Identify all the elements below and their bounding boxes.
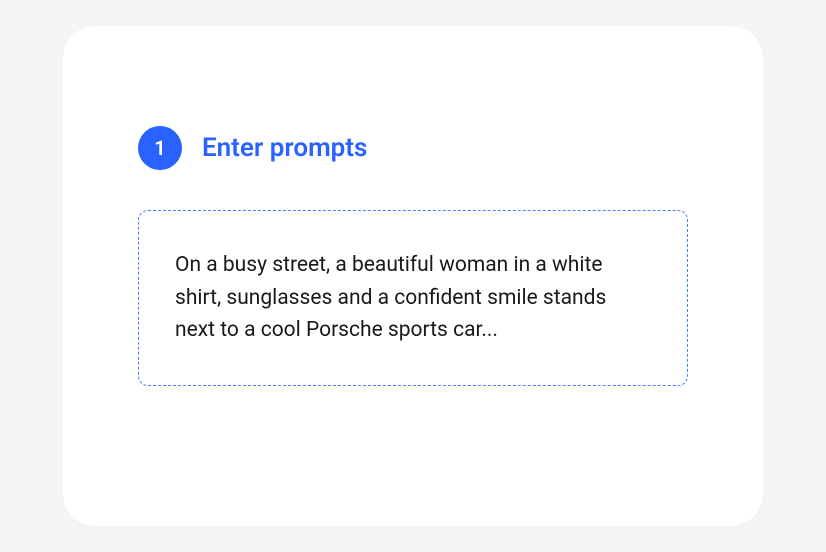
- prompt-step-card: 1 Enter prompts On a busy street, a beau…: [63, 26, 763, 526]
- prompt-input-box[interactable]: On a busy street, a beautiful woman in a…: [138, 210, 688, 386]
- step-title: Enter prompts: [202, 133, 367, 163]
- step-header: 1 Enter prompts: [138, 126, 688, 170]
- prompt-text: On a busy street, a beautiful woman in a…: [175, 249, 651, 347]
- step-number: 1: [154, 136, 165, 160]
- step-number-badge: 1: [138, 126, 182, 170]
